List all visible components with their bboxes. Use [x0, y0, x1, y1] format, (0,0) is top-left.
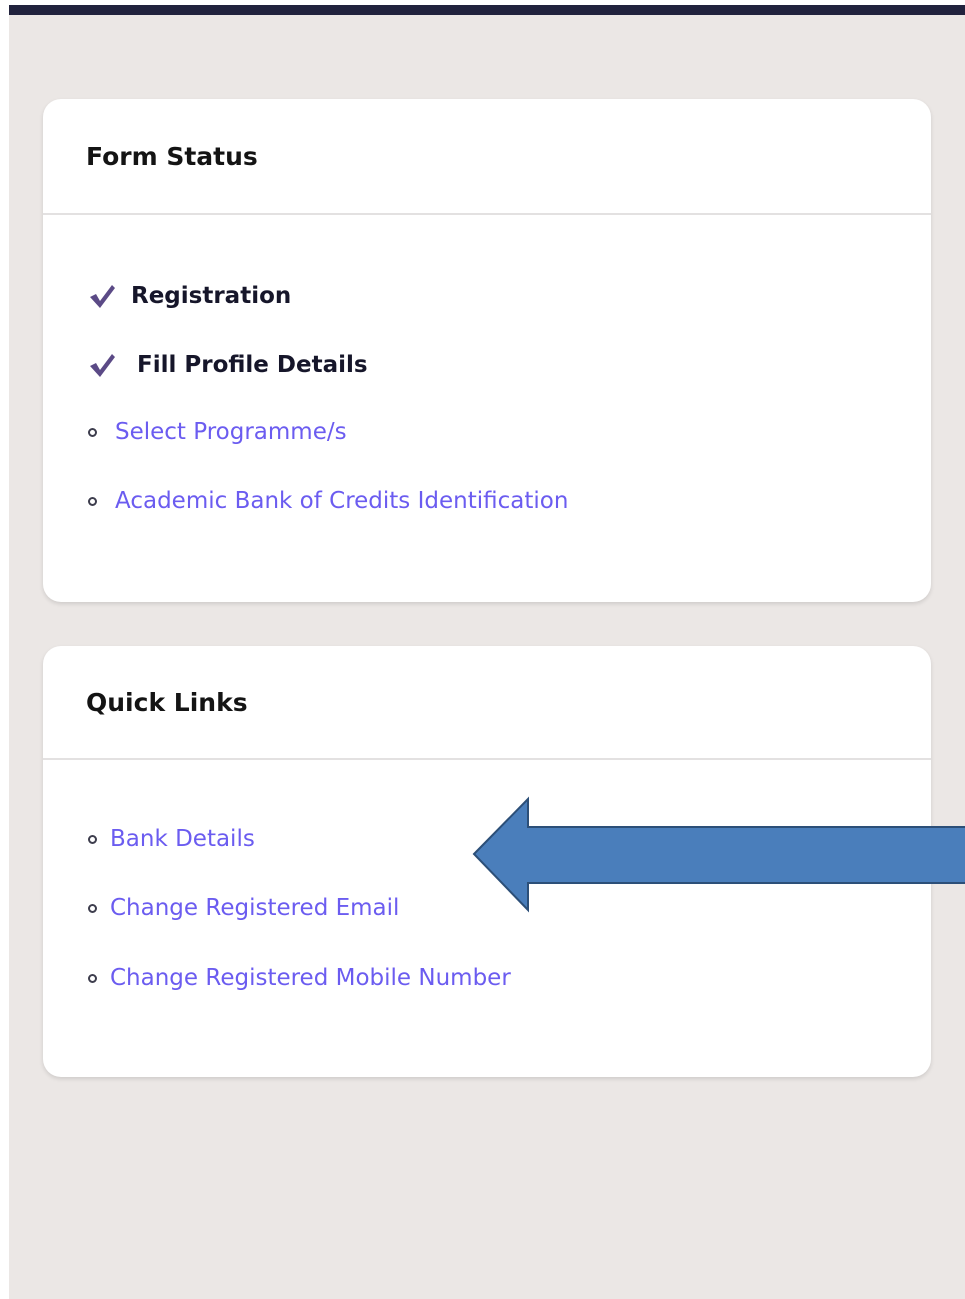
change-email-link[interactable]: Change Registered Email [110, 895, 399, 921]
abc-identification-link[interactable]: Academic Bank of Credits Identification [115, 488, 568, 514]
form-status-card: Form Status Registration Fill Profile De… [43, 99, 931, 602]
form-status-title: Form Status [86, 142, 258, 171]
status-item-registration: Registration [88, 283, 291, 309]
status-item-select-programmes[interactable]: Select Programme/s [88, 419, 347, 445]
quick-link-bank-details[interactable]: Bank Details [88, 826, 255, 852]
form-status-header: Form Status [43, 99, 931, 215]
quick-links-header: Quick Links [43, 646, 931, 760]
bullet-icon [88, 427, 97, 437]
status-item-abc-identification[interactable]: Academic Bank of Credits Identification [88, 488, 568, 514]
bullet-icon [88, 834, 97, 844]
status-item-fill-profile-details: Fill Profile Details [88, 352, 368, 378]
quick-links-title: Quick Links [86, 688, 248, 717]
check-icon [88, 352, 116, 378]
bank-details-link[interactable]: Bank Details [110, 826, 255, 852]
check-icon [88, 283, 116, 309]
bullet-icon [88, 496, 97, 506]
left-arrow-icon [472, 796, 965, 913]
status-item-label: Fill Profile Details [137, 352, 368, 378]
quick-link-change-mobile[interactable]: Change Registered Mobile Number [88, 965, 511, 991]
quick-link-change-email[interactable]: Change Registered Email [88, 895, 399, 921]
status-item-label: Registration [131, 283, 292, 309]
bullet-icon [88, 973, 97, 983]
top-nav-bar [9, 5, 965, 15]
select-programmes-link[interactable]: Select Programme/s [115, 419, 347, 445]
change-mobile-link[interactable]: Change Registered Mobile Number [110, 965, 511, 991]
bullet-icon [88, 903, 97, 913]
